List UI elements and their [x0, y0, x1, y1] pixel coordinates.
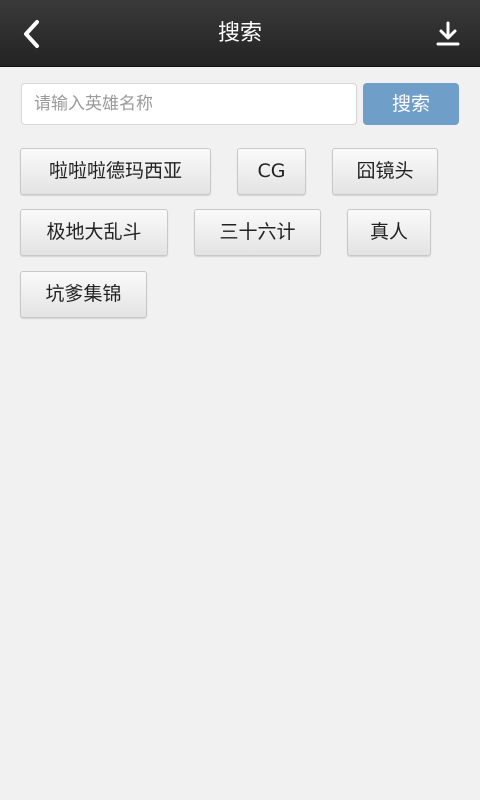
tag-label: 极地大乱斗 [46, 221, 142, 243]
tag-label: 三十六计 [219, 221, 296, 243]
tag-button[interactable]: 真人 [347, 209, 431, 256]
tag-button[interactable]: 囧镜头 [332, 148, 438, 195]
page-title: 搜索 [217, 21, 262, 46]
search-input[interactable] [21, 83, 357, 125]
tag-label: 坑爹集锦 [45, 283, 122, 305]
search-button[interactable]: 搜索 [363, 83, 459, 125]
tag-label: CG [257, 160, 286, 182]
tag-label: 啦啦啦德玛西亚 [48, 160, 182, 182]
top-bar: 搜索 [0, 0, 480, 67]
tag-button[interactable]: 啦啦啦德玛西亚 [20, 148, 211, 195]
tag-button[interactable]: 三十六计 [194, 209, 321, 256]
back-button[interactable] [12, 14, 52, 54]
tag-label: 囧镜头 [356, 160, 414, 182]
chevron-left-icon [24, 20, 39, 48]
tag-button[interactable]: 极地大乱斗 [20, 209, 168, 256]
tag-button[interactable]: 坑爹集锦 [20, 271, 147, 318]
tag-label: 真人 [369, 221, 408, 243]
download-button[interactable] [428, 14, 468, 54]
download-icon [436, 21, 460, 46]
tag-button[interactable]: CG [237, 148, 306, 195]
